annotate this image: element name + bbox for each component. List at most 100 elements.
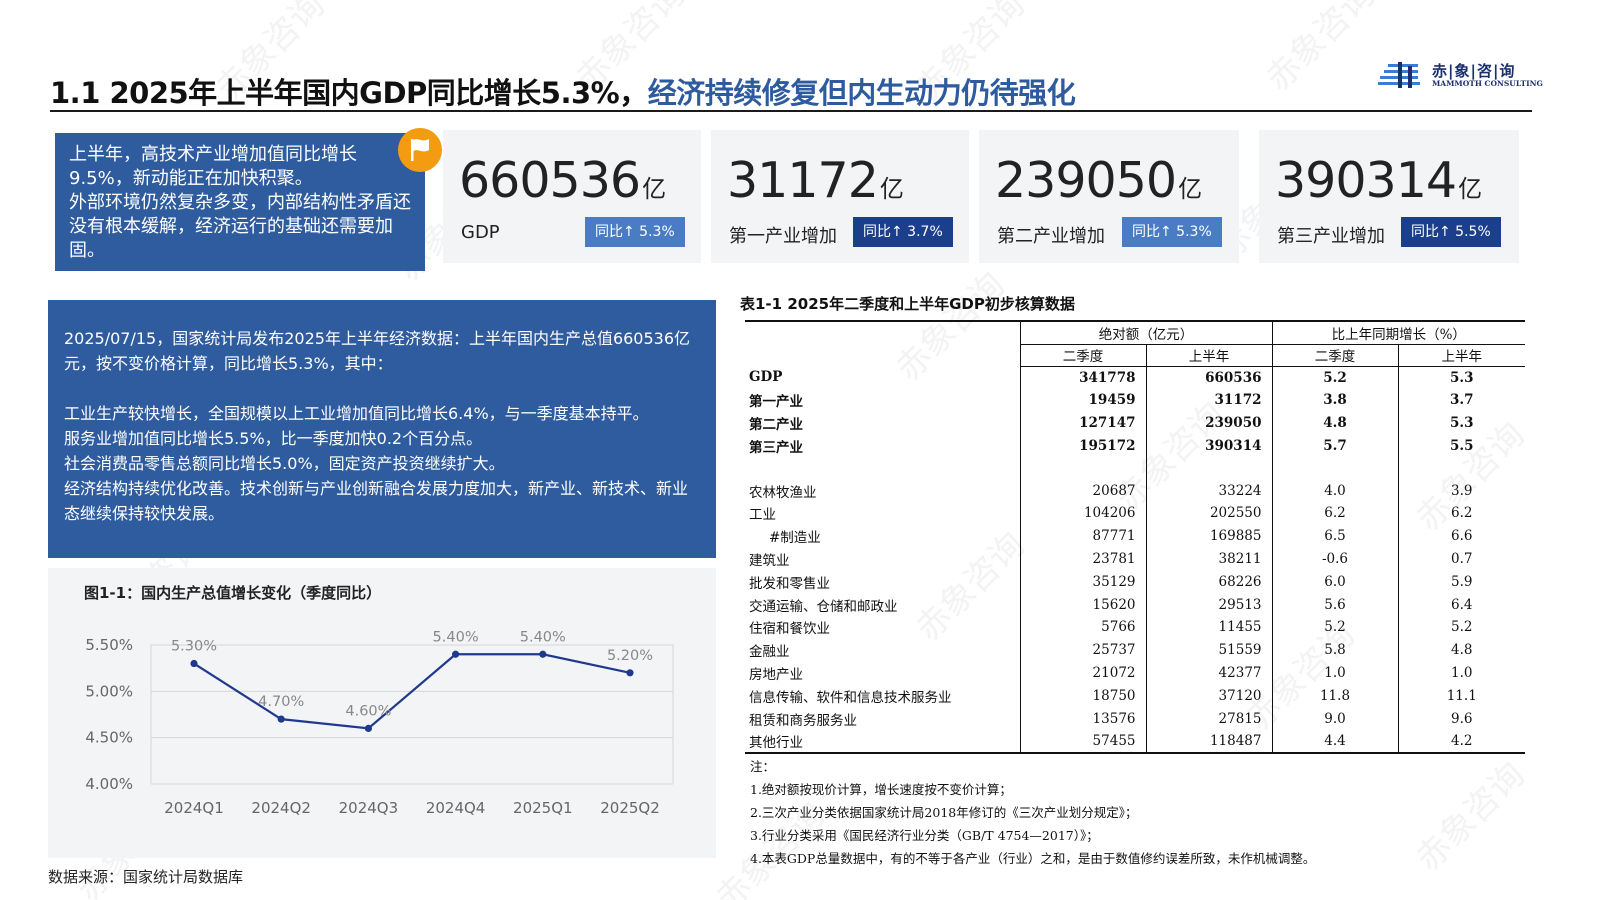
table-sub-header: 二季度: [1019, 344, 1146, 367]
table-cell: 4.8: [1271, 411, 1398, 435]
table-cell: 57455: [1019, 729, 1146, 754]
table-note-line: 1.绝对额按现价计算，增长速度按不变价计算；: [750, 782, 1012, 797]
table-cell: 29513: [1145, 593, 1272, 616]
table-row: 金融业 25737 51559 5.8 4.8: [745, 638, 1525, 662]
kpi-card-tertiary: 390314亿 第三产业增加 同比↑ 5.5%: [1259, 130, 1519, 263]
x-tick-label: 2025Q2: [600, 799, 660, 817]
table-group-header: 比上年同期增长（%）: [1271, 320, 1525, 345]
table-row-label: 第三产业: [749, 439, 803, 456]
table-row-label: 住宿和餐饮业: [749, 621, 830, 638]
watermark-text: 赤象咨询: [1258, 0, 1383, 100]
table-row: 建筑业 23781 38211 -0.6 0.7: [745, 547, 1525, 571]
detail-point: 经济结构持续优化改善。技术创新与产业创新融合发展力度加大，新产业、新技术、新业态…: [64, 479, 689, 523]
table-cell: 5.2: [1397, 615, 1525, 639]
table-cell: 4.8: [1397, 638, 1525, 662]
table-row: 批发和零售业 35129 68226 6.0 5.9: [745, 570, 1525, 594]
x-tick-label: 2024Q3: [339, 799, 399, 817]
kpi-label: 第三产业增加: [1277, 226, 1385, 247]
title-divider: [50, 110, 1532, 112]
table-row: 租赁和商务服务业 13576 27815 9.0 9.6: [745, 707, 1525, 730]
company-logo: 赤|象|咨|询 MAMMOTH CONSULTING: [1378, 60, 1543, 92]
table-cell: 13576: [1019, 707, 1146, 730]
table-row-label: 金融业: [749, 644, 790, 661]
table-cell: 18750: [1019, 684, 1146, 708]
table-cell: 0.7: [1397, 547, 1525, 571]
table-row: 第二产业 127147 239050 4.8 5.3: [745, 411, 1525, 435]
kpi-value: 390314亿: [1275, 152, 1483, 209]
table-cell: 11.1: [1397, 684, 1525, 708]
table-row-label: 第二产业: [749, 416, 803, 433]
table-sub-header: 上半年: [1397, 344, 1525, 367]
chart-data-point: [539, 650, 547, 658]
table-cell: 68226: [1145, 570, 1272, 594]
table-cell: 3.9: [1397, 479, 1525, 502]
kpi-card-gdp: 660536亿 GDP 同比↑ 5.3%: [443, 130, 701, 263]
logo-english-text: MAMMOTH CONSULTING: [1432, 79, 1543, 88]
table-cell: 104206: [1019, 501, 1146, 525]
table-note-line: 4.本表GDP总量数据中，有的不等于各产业（行业）之和，是由于数值修约误差所致，…: [750, 851, 1316, 866]
logo-chinese-text: 赤|象|咨|询: [1432, 62, 1516, 80]
table-row: 交通运输、仓储和邮政业 15620 29513 5.6 6.4: [745, 593, 1525, 616]
table-cell: 4.4: [1271, 729, 1398, 754]
kpi-label: 第一产业增加: [729, 226, 837, 247]
table-cell: 169885: [1145, 524, 1272, 548]
detail-point: 社会消费品零售总额同比增长5.0%，固定资产投资继续扩大。: [64, 454, 505, 473]
table-cell: 25737: [1019, 638, 1146, 662]
table-cell: 51559: [1145, 638, 1272, 662]
table-cell: 21072: [1019, 661, 1146, 685]
detail-intro: 2025/07/15，国家统计局发布2025年上半年经济数据：上半年国内生产总值…: [64, 329, 691, 373]
table-row-label: 建筑业: [749, 552, 790, 569]
page-title: 1.1 2025年上半年国内GDP同比增长5.3%，经济持续修复但内生动力仍待强…: [50, 70, 1076, 112]
table-cell: 127147: [1019, 411, 1146, 435]
table-cell: -0.6: [1271, 547, 1398, 571]
table-row-label: 租赁和商务服务业: [749, 712, 857, 729]
table-row: 第三产业 195172 390314 5.7 5.5: [745, 434, 1525, 458]
table-cell: 3.8: [1271, 388, 1398, 412]
table-note-line: 注：: [750, 759, 776, 774]
table-cell: 11455: [1145, 615, 1272, 639]
table-row-label: 批发和零售业: [749, 575, 830, 592]
table-cell: 4.0: [1271, 479, 1398, 502]
table-cell: 6.5: [1271, 524, 1398, 548]
table-sub-header-row: 二季度 上半年 二季度 上半年: [745, 344, 1525, 367]
table-cell: 5.2: [1271, 366, 1398, 389]
kpi-value: 239050亿: [995, 152, 1203, 209]
table-sub-header: 二季度: [1271, 344, 1398, 367]
table-row: 信息传输、软件和信息技术服务业 18750 37120 11.8 11.1: [745, 684, 1525, 708]
table-cell: 1.0: [1397, 661, 1525, 685]
table-title: 表1-1 2025年二季度和上半年GDP初步核算数据: [740, 295, 1075, 313]
detail-box: 2025/07/15，国家统计局发布2025年上半年经济数据：上半年国内生产总值…: [48, 300, 716, 558]
table-row-label: 工业: [749, 507, 776, 524]
y-tick-label: 4.50%: [85, 729, 133, 747]
kpi-value: 31172亿: [727, 152, 904, 209]
table-cell: 87771: [1019, 524, 1146, 548]
table-cell: 4.2: [1397, 729, 1525, 754]
table-cell: 6.2: [1271, 501, 1398, 525]
table-cell: 5.3: [1397, 411, 1525, 435]
table-cell: 27815: [1145, 707, 1272, 730]
data-source: 数据来源：国家统计局数据库: [48, 868, 244, 886]
table-cell: 11.8: [1271, 684, 1398, 708]
table-cell: 33224: [1145, 479, 1272, 502]
chart-data-point: [364, 724, 372, 732]
page-title-main: 1.1 2025年上半年国内GDP同比增长5.3%，: [50, 76, 648, 110]
x-tick-label: 2024Q4: [426, 799, 486, 817]
kpi-value: 660536亿: [459, 152, 667, 209]
table-row: #制造业 87771 169885 6.5 6.6: [745, 524, 1525, 548]
chart-data-point: [452, 650, 460, 658]
kpi-growth-badge: 同比↑ 5.3%: [585, 217, 685, 247]
table-cell: 9.6: [1397, 707, 1525, 730]
kpi-card-primary: 31172亿 第一产业增加 同比↑ 3.7%: [711, 130, 969, 263]
x-tick-label: 2025Q1: [513, 799, 573, 817]
table-cell: 5.9: [1397, 570, 1525, 594]
table-cell: 35129: [1019, 570, 1146, 594]
table-cell: 118487: [1145, 729, 1272, 754]
table-cell: 19459: [1019, 388, 1146, 412]
table-cell: 20687: [1019, 479, 1146, 502]
table-spacer-row: [745, 457, 1525, 480]
table-row-label: 房地产业: [749, 666, 803, 683]
table-cell: 5.5: [1397, 434, 1525, 458]
table-cell: 5.2: [1271, 615, 1398, 639]
table-cell: 3.7: [1397, 388, 1525, 412]
kpi-card-secondary: 239050亿 第二产业增加 同比↑ 5.3%: [979, 130, 1239, 263]
